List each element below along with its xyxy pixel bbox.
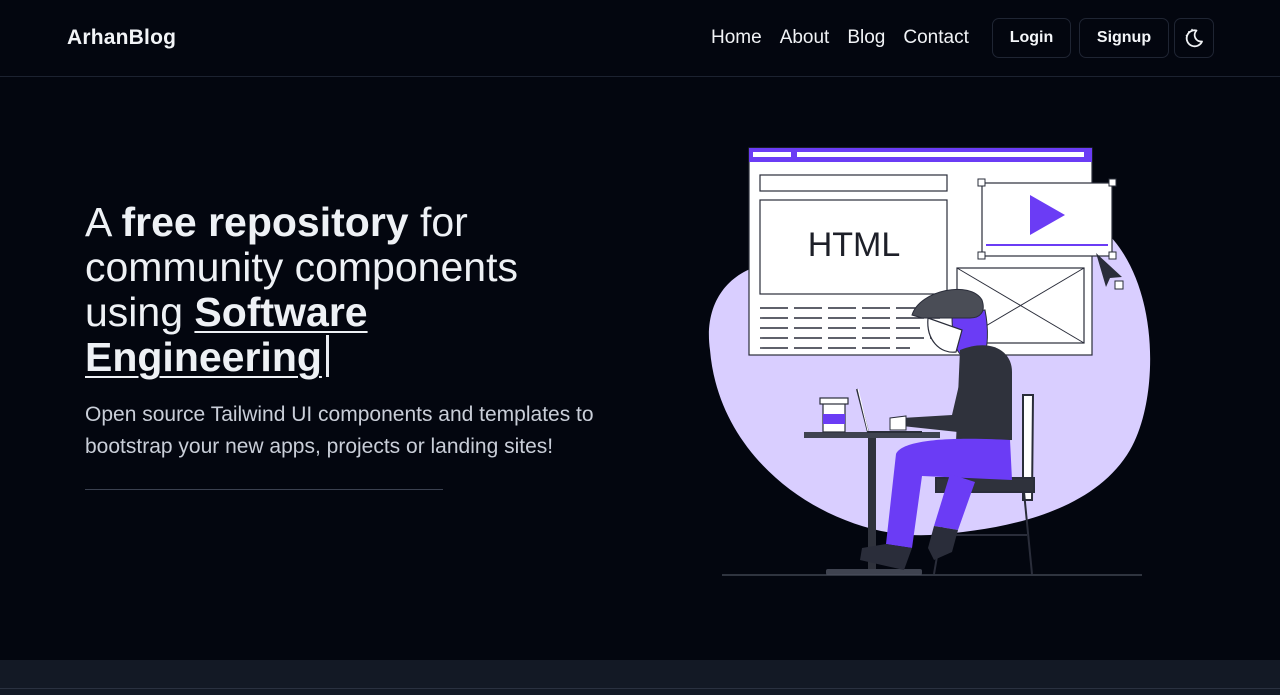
hero-title-prefix: A (85, 199, 122, 245)
footer-strip (0, 660, 1280, 695)
typing-cursor (325, 335, 329, 377)
hero-title-strong: free repository (121, 199, 409, 245)
nav-link-blog[interactable]: Blog (847, 27, 885, 49)
hero-title: A free repository for community componen… (85, 200, 605, 380)
brand-logo[interactable]: ArhanBlog (67, 26, 176, 50)
nav-link-home[interactable]: Home (711, 27, 762, 49)
video-box (977, 178, 1117, 260)
nav-link-contact[interactable]: Contact (903, 27, 968, 49)
coffee-cup-icon (819, 397, 849, 433)
moon-icon (1185, 28, 1203, 48)
hero-subtitle: Open source Tailwind UI components and t… (85, 403, 594, 458)
page: ArhanBlog Home About Blog Contact Login … (0, 0, 1280, 695)
illustration-svg: HTML (708, 147, 1151, 576)
hero-illustration: HTML (690, 140, 1160, 585)
footer-divider (0, 688, 1280, 689)
nav-links: Home About Blog Contact (711, 27, 987, 49)
nav-link-about[interactable]: About (780, 27, 830, 49)
hero-divider (85, 489, 443, 490)
theme-toggle-button[interactable] (1174, 18, 1214, 58)
login-button[interactable]: Login (992, 18, 1071, 58)
navbar: ArhanBlog Home About Blog Contact Login … (0, 0, 1280, 77)
html-label: HTML (808, 226, 901, 264)
signup-button[interactable]: Signup (1079, 18, 1169, 58)
